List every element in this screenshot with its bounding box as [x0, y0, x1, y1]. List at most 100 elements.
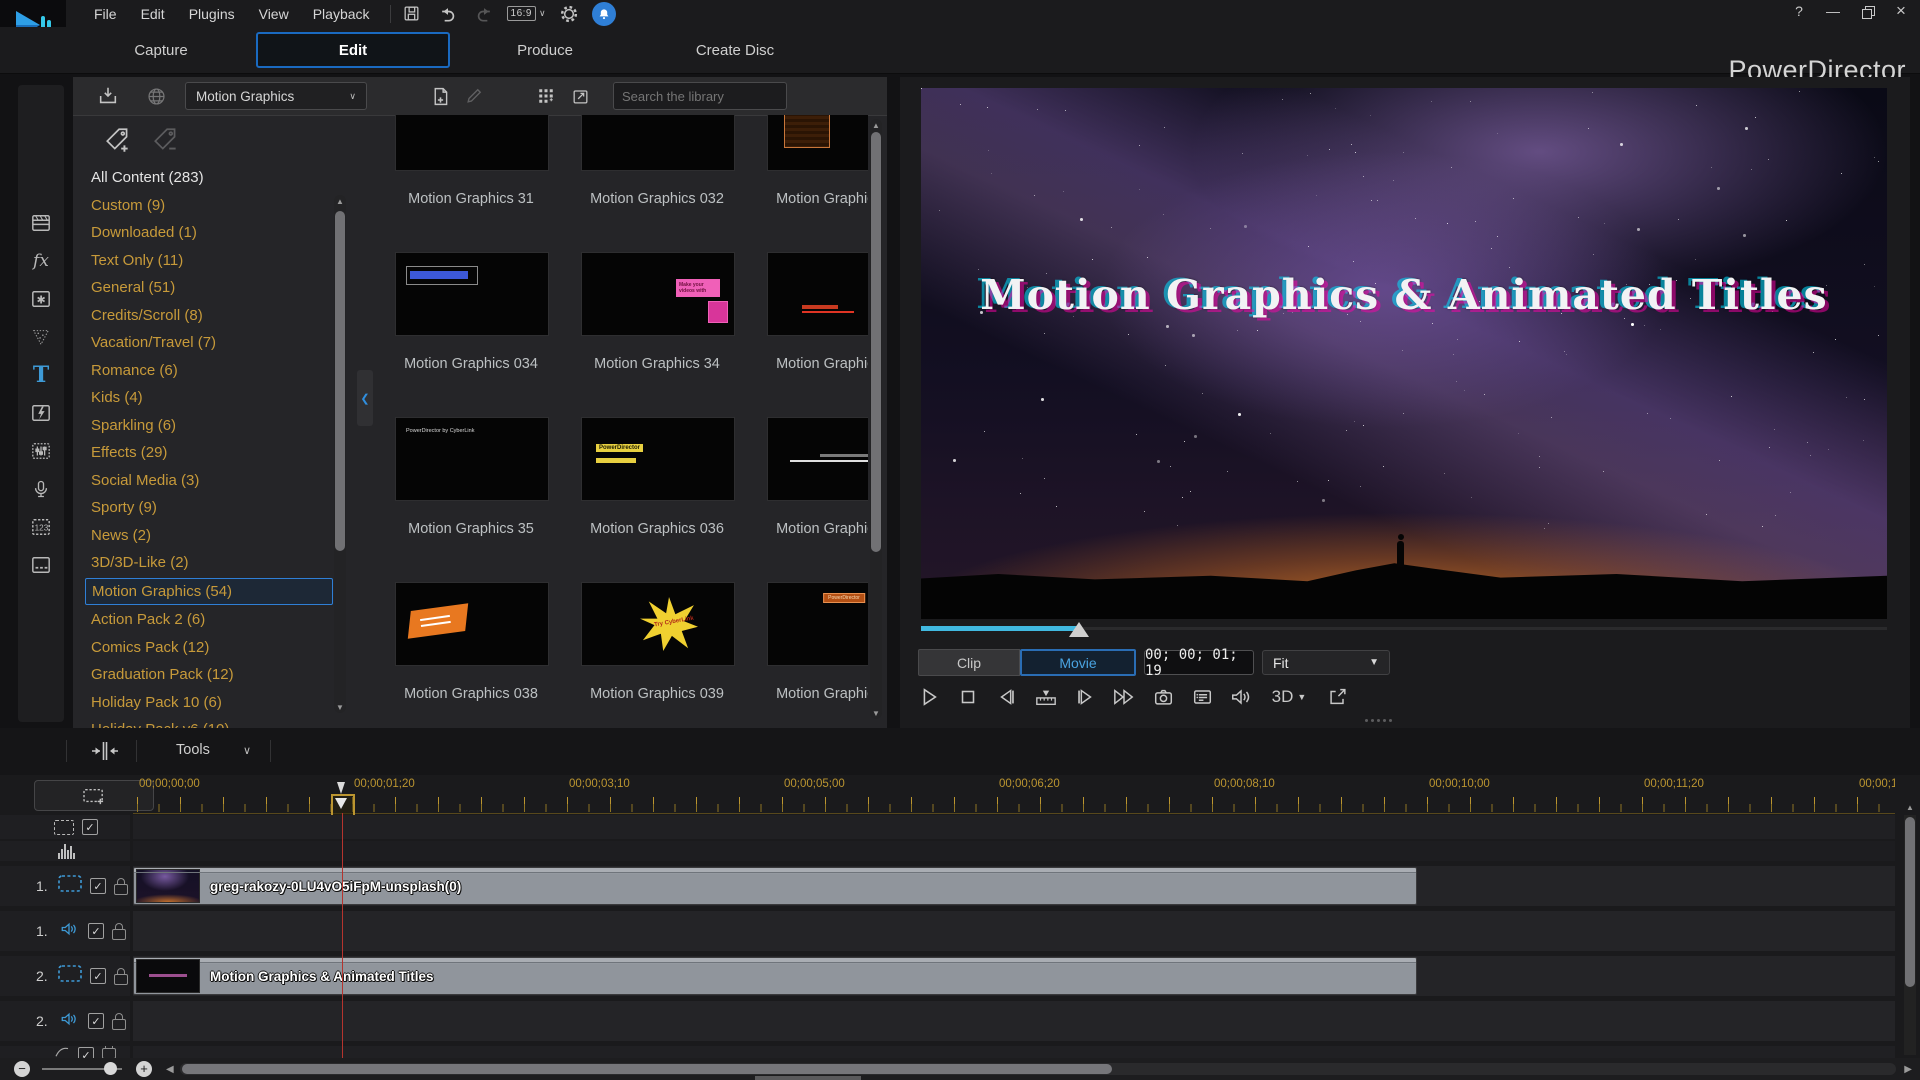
minimize-button[interactable]: — — [1824, 2, 1842, 20]
chapter-room-icon[interactable]: 123 — [18, 511, 64, 543]
add-tag-icon[interactable] — [103, 125, 133, 160]
track-enable-checkbox[interactable]: ✓ — [90, 968, 106, 984]
aspect-ratio-selector[interactable]: 16:9 ∨ — [507, 6, 546, 21]
stop-button[interactable] — [953, 682, 983, 712]
scrollbar-thumb[interactable] — [871, 132, 881, 552]
timeline-vscrollbar[interactable]: ▲ — [1904, 815, 1916, 1055]
library-search[interactable] — [613, 82, 787, 110]
track-enable-checkbox[interactable]: ✓ — [90, 878, 106, 894]
preview-quality-icon[interactable] — [1187, 682, 1217, 712]
track-enable-checkbox[interactable]: ✓ — [88, 1013, 104, 1029]
media-room-icon[interactable] — [18, 207, 64, 239]
category-item[interactable]: General (51) — [85, 275, 333, 300]
category-item[interactable]: Comics Pack (12) — [85, 635, 333, 660]
scrollbar-thumb[interactable] — [182, 1064, 1112, 1074]
keyframe-curve-icon[interactable] — [54, 1046, 70, 1058]
library-item[interactable]: Motion Graphics 31 — [395, 115, 547, 252]
lock-icon[interactable] — [112, 1019, 126, 1030]
fx-lane[interactable] — [133, 1046, 1895, 1058]
scroll-up-arrow[interactable]: ▲ — [1904, 801, 1916, 813]
tab-produce[interactable]: Produce — [450, 27, 640, 73]
track-lane[interactable]: greg-rakozy-0LU4vO5iFpM-unsplash(0) — [133, 866, 1895, 906]
timeline-clip[interactable]: greg-rakozy-0LU4vO5iFpM-unsplash(0) — [133, 867, 1417, 905]
menu-item-edit[interactable]: Edit — [129, 2, 177, 26]
previous-frame-button[interactable] — [992, 682, 1022, 712]
library-search-input[interactable] — [620, 88, 800, 105]
audio-mixing-room-icon[interactable] — [18, 435, 64, 467]
library-item[interactable]: Motion Graphics 037 — [767, 417, 868, 582]
category-item[interactable]: All Content (283) — [85, 165, 333, 190]
snapshot-camera-icon[interactable] — [1148, 682, 1178, 712]
category-item[interactable]: Vacation/Travel (7) — [85, 330, 333, 355]
close-button[interactable]: × — [1892, 2, 1910, 20]
library-item-thumbnail[interactable]: PowerDirector — [581, 115, 735, 171]
split-clip-icon[interactable] — [90, 739, 120, 768]
library-item-thumbnail[interactable]: PowerDirector by CyberLink — [395, 417, 549, 501]
category-item[interactable]: Credits/Scroll (8) — [85, 303, 333, 328]
zoom-in-button[interactable]: + — [136, 1061, 152, 1077]
scroll-down-arrow[interactable]: ▼ — [870, 707, 882, 719]
tab-capture[interactable]: Capture — [66, 27, 256, 73]
scrollbar-thumb[interactable] — [1905, 817, 1915, 987]
library-item[interactable]: PowerDirector by CyberLinkMotion Graphic… — [395, 417, 547, 582]
next-frame-button[interactable] — [1070, 682, 1100, 712]
clip-mode-button[interactable]: Clip — [918, 649, 1020, 676]
library-filter-dropdown[interactable]: Motion Graphics ∨ — [185, 82, 367, 110]
zoom-out-button[interactable]: − — [14, 1061, 30, 1077]
library-scrollbar[interactable]: ▲ ▼ — [870, 119, 882, 719]
settings-gear-icon[interactable] — [556, 3, 582, 25]
library-item[interactable]: Motion Graphics 035 — [767, 252, 868, 417]
lock-icon[interactable] — [114, 884, 128, 895]
track-lane[interactable]: Motion Graphics & Animated Titles — [133, 956, 1895, 996]
play-button[interactable] — [914, 682, 944, 712]
range-select-icon[interactable] — [54, 820, 74, 835]
library-item[interactable]: PowerDirectorMotion Graphics 032 — [581, 115, 733, 252]
range-lane[interactable] — [133, 815, 1895, 839]
category-item[interactable]: Sporty (9) — [85, 495, 333, 520]
restore-button[interactable] — [1858, 2, 1876, 20]
track-enable-checkbox[interactable]: ✓ — [78, 1047, 94, 1058]
lock-icon[interactable] — [102, 1048, 116, 1058]
volume-icon[interactable] — [1226, 682, 1256, 712]
track-enable-checkbox[interactable]: ✓ — [88, 923, 104, 939]
category-item[interactable]: Social Media (3) — [85, 468, 333, 493]
library-item[interactable]: PowerDirectorMotion Graphics 040 — [767, 582, 868, 728]
help-button[interactable]: ? — [1790, 2, 1808, 20]
library-item-thumbnail[interactable] — [767, 252, 868, 336]
scroll-up-arrow[interactable]: ▲ — [870, 119, 882, 131]
library-item-thumbnail[interactable]: Make your videos with — [581, 252, 735, 336]
library-item[interactable]: Motion Graphics 033 — [767, 115, 868, 252]
tab-edit[interactable]: Edit — [256, 32, 450, 68]
library-item-thumbnail[interactable] — [395, 115, 549, 171]
library-item[interactable]: Motion Graphics 038 — [395, 582, 547, 728]
menu-item-plugins[interactable]: Plugins — [177, 2, 247, 26]
timeline-zoom-slider[interactable] — [42, 1068, 122, 1070]
audio-waveform-icon[interactable] — [58, 843, 75, 859]
preview-video[interactable]: Motion Graphics & Animated Titles — [921, 88, 1887, 619]
menu-item-file[interactable]: File — [82, 2, 129, 26]
library-item[interactable]: PowerDirectorMotion Graphics 036 — [581, 417, 733, 582]
transition-room-icon[interactable] — [18, 397, 64, 429]
scroll-right-arrow[interactable]: ▶ — [1904, 1064, 1912, 1075]
title-room-icon[interactable]: T — [18, 359, 64, 391]
detail-view-icon[interactable] — [563, 82, 597, 110]
3d-mode-dropdown[interactable]: 3D ▼ — [1265, 682, 1313, 712]
save-icon[interactable] — [399, 3, 425, 25]
playhead-marker[interactable] — [331, 794, 355, 817]
timeline-ruler[interactable]: 00;00;00;0000;00;01;2000;00;03;1000;00;0… — [133, 775, 1895, 814]
preview-seekbar[interactable] — [921, 622, 1887, 636]
remove-tag-icon[interactable] — [151, 125, 181, 160]
zoom-fit-dropdown[interactable]: Fit ▼ — [1262, 650, 1390, 675]
track-lane[interactable] — [133, 911, 1895, 951]
movie-mode-button[interactable]: Movie — [1020, 649, 1136, 676]
fast-forward-button[interactable] — [1109, 682, 1139, 712]
new-title-icon[interactable] — [423, 82, 457, 110]
category-item[interactable]: Text Only (11) — [85, 248, 333, 273]
grid-view-icon[interactable] — [529, 82, 563, 110]
scroll-left-arrow[interactable]: ◀ — [166, 1064, 174, 1075]
subtitle-room-icon[interactable] — [18, 549, 64, 581]
timeline-hscrollbar[interactable] — [180, 1063, 1897, 1075]
library-item[interactable]: Motion Graphics 034 — [395, 252, 547, 417]
timeline-clip[interactable]: Motion Graphics & Animated Titles — [133, 957, 1417, 995]
download-content-globe-icon[interactable] — [139, 82, 173, 110]
